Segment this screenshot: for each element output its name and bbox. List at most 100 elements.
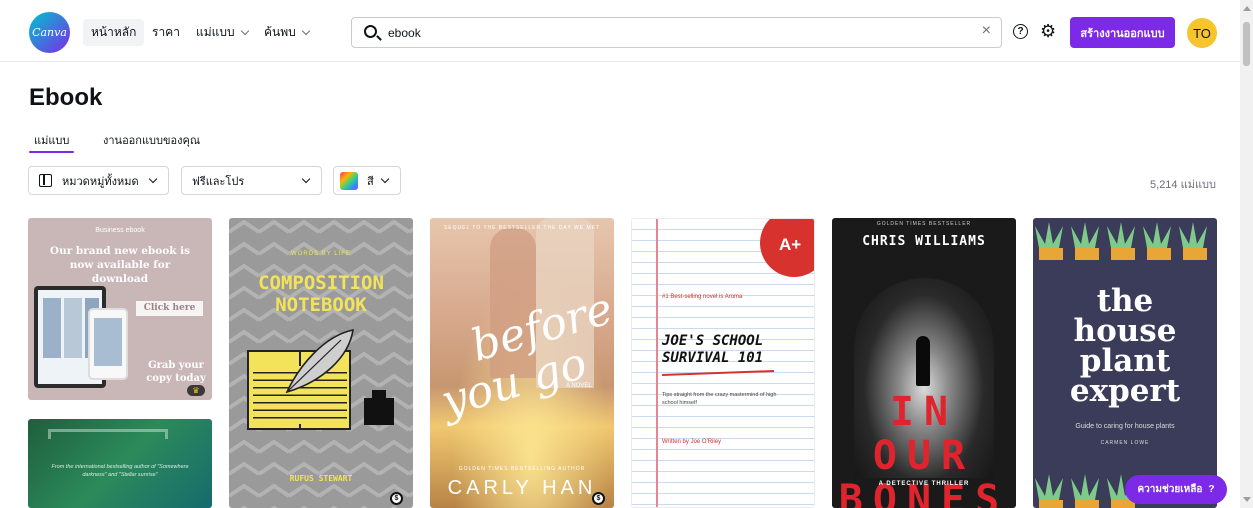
- card-title: IN OUR BONES: [832, 390, 1016, 508]
- quill-icon: [285, 328, 354, 394]
- result-count: 5,214 แม่แบบ: [1150, 179, 1216, 191]
- avatar[interactable]: TO: [1187, 18, 1217, 48]
- close-icon[interactable]: ×: [982, 22, 991, 40]
- canva-logo[interactable]: Canva: [29, 12, 70, 53]
- tab-templates-label: แม่แบบ: [34, 135, 70, 147]
- phone-screen: [94, 318, 122, 366]
- scrollbar[interactable]: [1240, 0, 1253, 508]
- plant-row-top: [1035, 222, 1207, 260]
- chevron-down-icon: [240, 26, 249, 36]
- card-tips: Tips straight from the crazy mastermind …: [662, 392, 777, 406]
- inkwell-cap: [372, 390, 386, 399]
- card-small-author: GOLDEN TIMES BESTSELLING AUTHOR: [458, 466, 586, 472]
- card-byline: Written by Joe O'Riley: [662, 439, 722, 445]
- card-title-line: the: [1096, 283, 1154, 319]
- card-author: CARMEN LOWE: [1100, 440, 1150, 446]
- search-icon: [364, 25, 377, 38]
- card-title-line: expert: [1069, 373, 1181, 409]
- template-card-green-novel[interactable]: From the international bestselling autho…: [28, 419, 212, 508]
- card-title-line: SURVIVAL 101: [662, 350, 764, 366]
- card-tag: #1 Best-selling novel is Aroma: [662, 294, 743, 300]
- help-icon[interactable]: ?: [1013, 24, 1028, 39]
- template-card-before-you-go[interactable]: SEQUEL TO THE BESTSELLER THE DAY WE MET …: [430, 218, 614, 508]
- card-button-text: Click here: [143, 303, 196, 313]
- card-subtitle: A DETECTIVE THRILLER: [878, 481, 970, 487]
- category-filter[interactable]: หมวดหมู่ทั้งหมด: [28, 166, 169, 195]
- card-headline: Our brand new ebook is now available for…: [49, 245, 191, 285]
- card-subtitle: Guide to caring for house plants: [1075, 423, 1175, 430]
- chevron-down-icon: [148, 174, 158, 184]
- inkwell-icon: [364, 398, 394, 425]
- nav-home-label: หน้าหลัก: [91, 25, 137, 39]
- card-top: GOLDEN TIMES BESTSELLER: [876, 221, 972, 227]
- margin-line: [656, 219, 658, 507]
- tablet-photo: [43, 298, 61, 358]
- category-filter-label: หมวดหมู่ทั้งหมด: [62, 175, 139, 188]
- template-card-composition-notebook[interactable]: WORDS BY LIFE COMPOSITION NOTEBOOK RUFUS…: [229, 218, 413, 508]
- crown-icon: ♛: [187, 385, 205, 396]
- tab-your-designs[interactable]: งานออกแบบของคุณ: [103, 131, 200, 149]
- logo-text: Canva: [32, 26, 67, 39]
- search-bar: ×: [351, 17, 1002, 48]
- create-design-button[interactable]: สร้างงานออกแบบ: [1070, 17, 1175, 48]
- card-title-line: NOTEBOOK: [275, 294, 367, 316]
- card-text: From the international bestselling autho…: [51, 464, 189, 478]
- search-input[interactable]: [388, 23, 968, 43]
- nav-pricing[interactable]: ราคา: [152, 23, 180, 42]
- phone-image: [88, 308, 128, 380]
- card-title: the house plant expert: [1033, 283, 1217, 409]
- card-title: JOE'S SCHOOL SURVIVAL 101: [662, 333, 812, 367]
- avatar-initials: TO: [1193, 25, 1211, 41]
- page-title: Ebook: [29, 84, 103, 111]
- scroll-down-arrow-icon[interactable]: [1243, 497, 1251, 502]
- pricing-filter[interactable]: ฟรีและโปร: [181, 166, 322, 195]
- card-tagline: SEQUEL TO THE BESTSELLER THE DAY WE MET: [443, 225, 601, 231]
- help-glyph: ?: [1017, 26, 1024, 37]
- nav-pricing-label: ราคา: [152, 25, 180, 39]
- tab-your-designs-label: งานออกแบบของคุณ: [103, 135, 201, 147]
- chevron-down-icon: [301, 174, 311, 184]
- card-author: CHRIS WILLIAMS: [862, 234, 986, 249]
- color-filter-label: สี: [367, 175, 374, 188]
- scroll-up-arrow-icon[interactable]: [1243, 6, 1251, 11]
- card-title-line: COMPOSITION: [258, 272, 384, 294]
- tab-templates[interactable]: แม่แบบ: [34, 131, 69, 149]
- card-cta: Grab your copy today: [146, 360, 206, 384]
- template-card-joes-school-survival[interactable]: A+ #1 Best-selling novel is Aroma JOE'S …: [631, 218, 815, 508]
- tablet-photo: [64, 298, 82, 358]
- nav-discover-label: ค้นพบ: [264, 25, 296, 39]
- template-card-house-plant-expert[interactable]: the house plant expert Guide to caring f…: [1033, 218, 1217, 508]
- card-subtitle: A NOVEL: [566, 383, 592, 389]
- card-kicker: Business ebook: [95, 227, 145, 234]
- chevron-down-icon: [301, 26, 311, 36]
- top-bar: Canva หน้าหลัก ราคา แม่แบบ ค้นพบ × ? ⚙ ส…: [0, 0, 1253, 62]
- color-swatch-icon: [340, 171, 358, 190]
- tab-active-indicator: [29, 151, 74, 153]
- grade-text: A+: [779, 235, 802, 254]
- color-filter[interactable]: สี: [333, 166, 401, 195]
- green-frame: [48, 429, 168, 439]
- card-author-top: WORDS BY LIFE: [291, 251, 351, 257]
- dollar-icon: $: [390, 492, 403, 505]
- nav-home[interactable]: หน้าหลัก: [83, 19, 145, 46]
- nav-templates-label: แม่แบบ: [196, 25, 235, 39]
- scrollbar-thumb[interactable]: [1243, 22, 1250, 66]
- help-icon: ?: [1208, 484, 1215, 495]
- card-title-line: IN OUR: [872, 389, 976, 479]
- template-card-business-ebook[interactable]: Business ebook Our brand new ebook is no…: [28, 218, 212, 400]
- dollar-icon: $: [592, 492, 605, 505]
- template-card-in-our-bones[interactable]: GOLDEN TIMES BESTSELLER CHRIS WILLIAMS I…: [832, 218, 1016, 508]
- help-button[interactable]: ความช่วยเหลือ ?: [1125, 475, 1227, 504]
- silhouette-image: [916, 336, 930, 386]
- card-title-line: JOE'S SCHOOL: [662, 333, 764, 349]
- layout-icon: [39, 174, 52, 187]
- pricing-filter-label: ฟรีและโปร: [192, 175, 245, 188]
- card-title-line: house: [1073, 313, 1177, 349]
- gear-icon[interactable]: ⚙: [1040, 21, 1056, 41]
- card-author: CARLY HAN: [447, 477, 597, 499]
- nav-discover[interactable]: ค้นพบ: [264, 23, 311, 42]
- help-button-label: ความช่วยเหลือ: [1137, 484, 1203, 495]
- nav-templates[interactable]: แม่แบบ: [196, 23, 249, 42]
- card-title: COMPOSITION NOTEBOOK: [229, 272, 413, 316]
- chevron-down-icon: [380, 174, 390, 184]
